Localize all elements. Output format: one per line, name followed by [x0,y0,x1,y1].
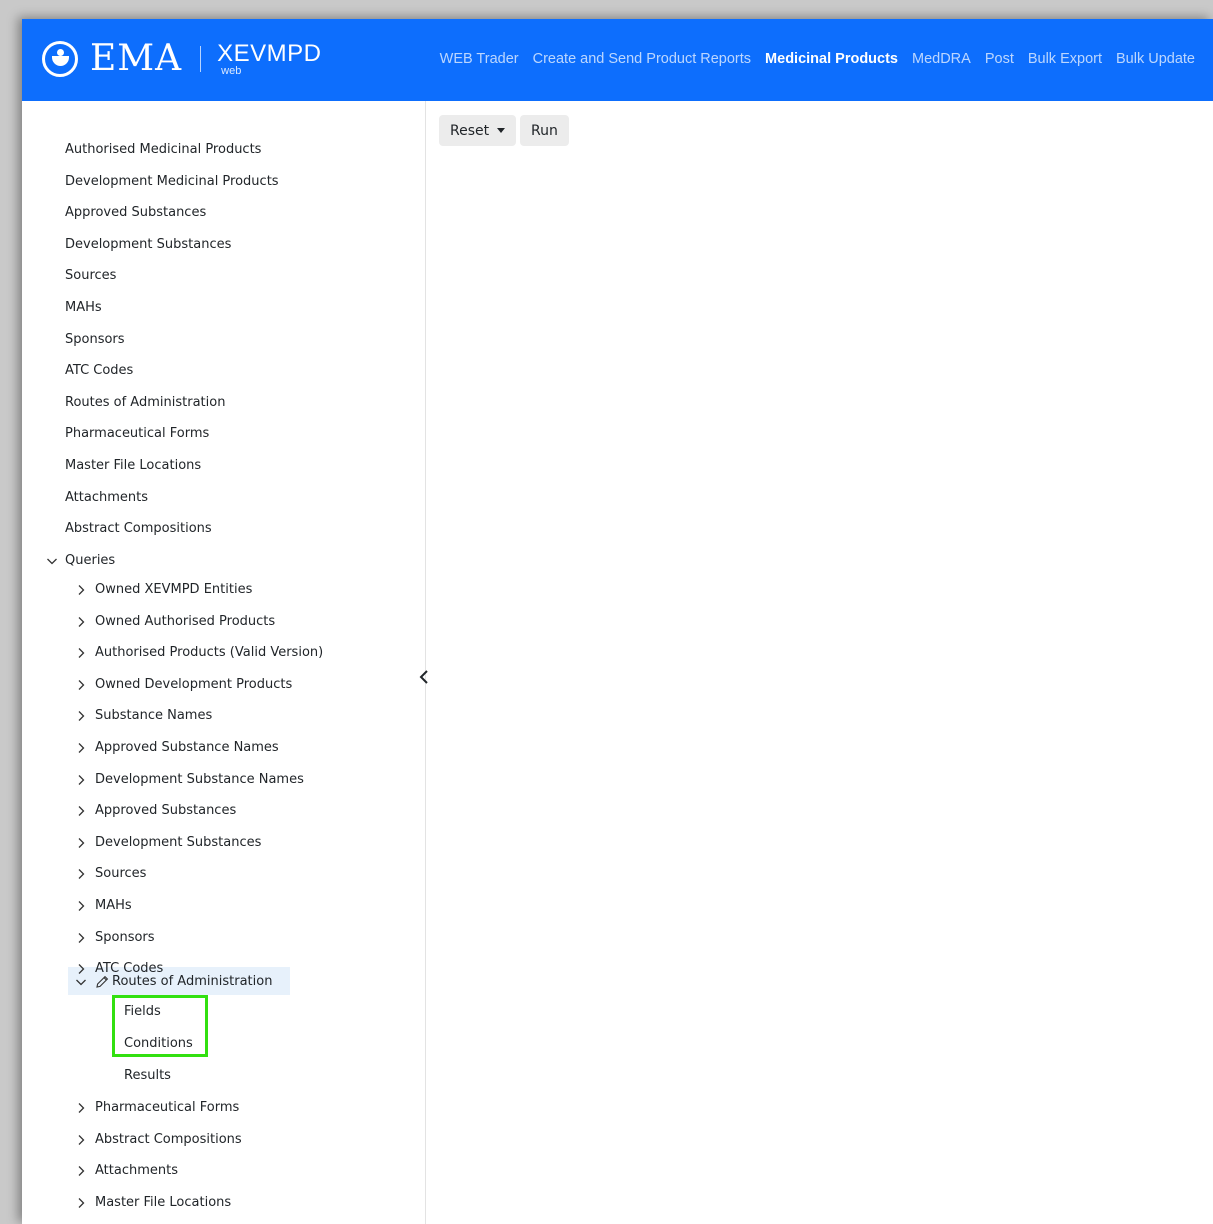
reset-dropdown-button[interactable]: Reset [439,115,517,146]
product-subtitle: web [221,65,242,77]
logo-text: EMA [90,38,183,79]
pencil-icon[interactable] [95,975,109,989]
nav-item-medicinal-products[interactable]: Medicinal Products [765,51,898,67]
nav-item-bulk-update[interactable]: Bulk Update [1116,51,1195,67]
query-item-approved-substance-names[interactable]: Approved Substance Names [95,735,279,761]
main-nav: WEB Trader Create and Send Product Report… [440,51,1195,67]
chevron-right-icon[interactable] [75,900,87,912]
run-label: Run [531,122,558,139]
chevron-right-icon[interactable] [75,868,87,880]
query-item-mahs[interactable]: MAHs [95,893,132,919]
chevron-right-icon[interactable] [75,679,87,691]
app-window: EMA XEVMPD web WEB Trader Create and Send… [22,19,1213,1224]
query-item-substance-names[interactable]: Substance Names [95,703,212,729]
chevron-right-icon[interactable] [75,616,87,628]
chevron-right-icon[interactable] [75,742,87,754]
main-content: Reset Run [427,101,1213,1224]
chevron-right-icon[interactable] [75,932,87,944]
query-subitem-results[interactable]: Results [124,1063,171,1089]
sidebar-item-approved-substances[interactable]: Approved Substances [65,200,206,226]
sidebar-item-abstract-compositions[interactable]: Abstract Compositions [65,516,212,542]
sidebar-item-development-medicinal-products[interactable]: Development Medicinal Products [65,169,279,195]
sidebar: Authorised Medicinal Products Development… [22,101,428,1224]
chevron-right-icon[interactable] [75,963,87,975]
query-item-abstract-compositions[interactable]: Abstract Compositions [95,1127,242,1153]
sidebar-item-attachments[interactable]: Attachments [65,485,148,511]
query-item-approved-substances[interactable]: Approved Substances [95,798,236,824]
nav-item-post[interactable]: Post [985,51,1014,67]
chevron-down-icon[interactable] [46,555,58,567]
chevron-right-icon[interactable] [75,1134,87,1146]
sidebar-item-sources[interactable]: Sources [65,263,116,289]
chevron-right-icon[interactable] [75,805,87,817]
ema-logo-icon [42,41,78,77]
sidebar-item-master-file-locations[interactable]: Master File Locations [65,453,201,479]
chevron-right-icon[interactable] [75,774,87,786]
query-item-development-substance-names[interactable]: Development Substance Names [95,767,304,793]
chevron-right-icon[interactable] [75,837,87,849]
nav-item-web-trader[interactable]: WEB Trader [440,51,519,67]
chevron-down-icon[interactable] [75,976,87,988]
query-item-pharmaceutical-forms[interactable]: Pharmaceutical Forms [95,1095,239,1121]
nav-item-create-and-send-product-reports[interactable]: Create and Send Product Reports [533,51,751,67]
query-item-authorised-products-valid-version[interactable]: Authorised Products (Valid Version) [95,640,323,666]
caret-down-icon [497,128,506,133]
chevron-right-icon[interactable] [75,1197,87,1209]
chevron-right-icon[interactable] [75,710,87,722]
query-item-sources[interactable]: Sources [95,861,146,887]
sidebar-group-queries[interactable]: Queries [65,548,115,574]
product-name: XEVMPD web [217,39,321,79]
sidebar-item-mahs[interactable]: MAHs [65,295,102,321]
sidebar-item-atc-codes[interactable]: ATC Codes [65,358,133,384]
brand-logo[interactable]: EMA XEVMPD web [42,39,322,79]
chevron-right-icon[interactable] [75,647,87,659]
top-navbar: EMA XEVMPD web WEB Trader Create and Send… [22,19,1213,101]
query-item-routes-of-administration-expanded[interactable]: Routes of Administration [112,969,272,995]
sidebar-item-routes-of-administration[interactable]: Routes of Administration [65,390,225,416]
run-button[interactable]: Run [520,115,569,146]
chevron-right-icon[interactable] [75,1165,87,1177]
logo-divider [200,46,202,72]
query-item-master-file-locations[interactable]: Master File Locations [95,1190,231,1216]
nav-item-bulk-export[interactable]: Bulk Export [1028,51,1102,67]
query-subitem-conditions[interactable]: Conditions [124,1031,193,1057]
nav-item-meddra[interactable]: MedDRA [912,51,971,67]
query-item-development-substances[interactable]: Development Substances [95,830,261,856]
chevron-right-icon[interactable] [75,1102,87,1114]
query-subitem-fields[interactable]: Fields [124,999,161,1025]
query-item-owned-authorised-products[interactable]: Owned Authorised Products [95,609,275,635]
query-item-owned-xevmpd-entities[interactable]: Owned XEVMPD Entities [95,577,252,603]
sidebar-item-development-substances[interactable]: Development Substances [65,232,231,258]
query-item-owned-development-products[interactable]: Owned Development Products [95,672,292,698]
query-item-attachments[interactable]: Attachments [95,1158,178,1184]
sidebar-item-sponsors[interactable]: Sponsors [65,327,125,353]
query-item-sponsors[interactable]: Sponsors [95,925,155,951]
reset-label: Reset [450,122,490,139]
chevron-right-icon[interactable] [75,584,87,596]
sidebar-item-authorised-medicinal-products[interactable]: Authorised Medicinal Products [65,137,261,163]
sidebar-item-pharmaceutical-forms[interactable]: Pharmaceutical Forms [65,421,209,447]
